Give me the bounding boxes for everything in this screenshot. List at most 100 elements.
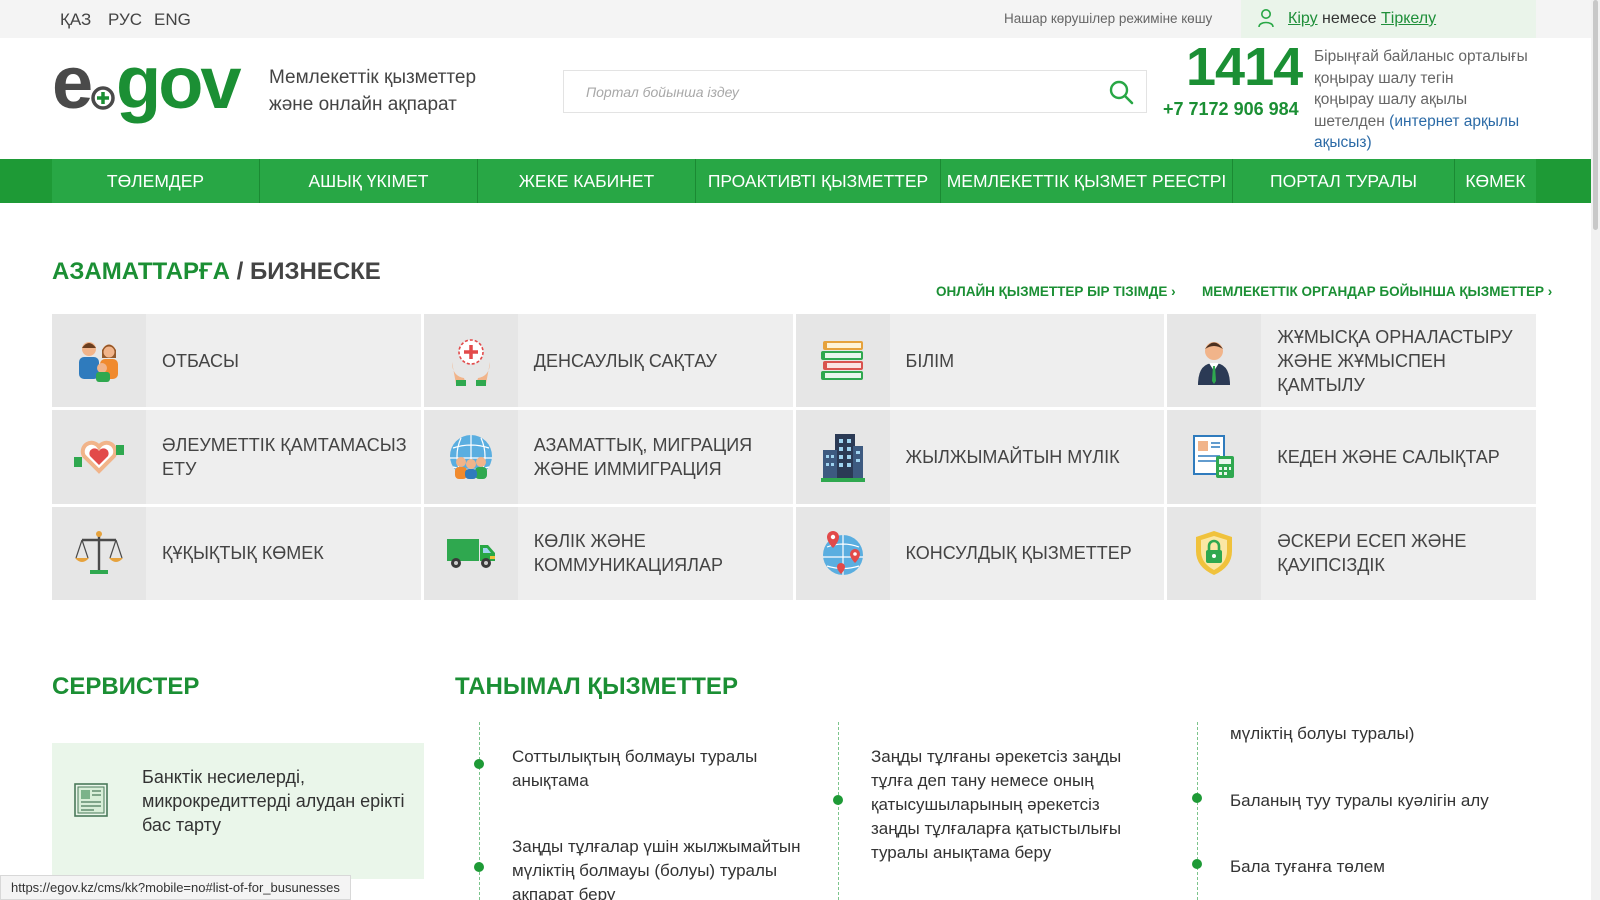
contact-line-1: Бірыңғай байланыс орталығы [1314, 48, 1528, 65]
user-icon [1258, 9, 1274, 28]
building-icon [820, 433, 865, 482]
login-link[interactable]: Кіру [1288, 10, 1318, 27]
globe-people-icon [449, 434, 492, 479]
citizens-business-title: АЗАМАТТАРҒА / БИЗНЕСКЕ [52, 258, 381, 286]
category-label: Жылжымайтын мүлік [905, 446, 1120, 467]
contact-info: Бірыңғай байланыс орталығы қоңырау шалу … [1314, 46, 1574, 154]
books-icon [820, 340, 863, 380]
search-box [563, 70, 1147, 113]
popular-services-title: ТАНЫМАЛ ҚЫЗМЕТТЕР [455, 673, 738, 700]
shield-lock-icon [1196, 531, 1233, 576]
page-scrollbar[interactable] [1591, 0, 1600, 900]
category-label: Құқықтық көмек [162, 543, 324, 564]
title-separator: / [229, 258, 250, 285]
hotline-number[interactable]: 1414 [1186, 36, 1303, 98]
nav-proactive-services[interactable]: ПРОАКТИВТІ ҚЫЗМЕТТЕР [696, 159, 941, 203]
svg-text:e: e [52, 50, 91, 124]
category-tile[interactable]: Әлеуметтік қамтамасыз ету [52, 410, 421, 504]
contact-line-2: қоңырау шалу тегін [1314, 69, 1454, 87]
health-icon [451, 338, 490, 386]
timeline-dot [1192, 793, 1202, 803]
search-icon[interactable] [1108, 79, 1134, 105]
category-tile[interactable]: Отбасы [52, 314, 421, 408]
nav-payments[interactable]: ТӨЛЕМДЕР [52, 159, 260, 203]
nav-help[interactable]: КӨМЕК [1455, 159, 1536, 203]
nav-service-registry[interactable]: МЕМЛЕКЕТТІК ҚЫЗМЕТ РЕЕСТРІ [941, 159, 1233, 203]
link-status-bar: https://egov.kz/cms/kk?mobile=no#list-of… [0, 875, 351, 900]
category-label: Білім [905, 350, 955, 371]
category-tile[interactable]: Кеден және салықтар [1167, 410, 1536, 504]
services-by-agency-link[interactable]: МЕМЛЕКЕТТІК ОРГАНДАР БОЙЫНША ҚЫЗМЕТТЕР › [1202, 284, 1552, 299]
contact-line-4: шетелден [1314, 112, 1390, 130]
scales-icon [75, 531, 123, 575]
timeline-line [479, 722, 480, 900]
family-icon [79, 341, 118, 382]
category-label: Көлік және коммуникациялар [533, 531, 723, 576]
tax-calculator-icon [1193, 434, 1235, 478]
timeline-line [1197, 722, 1198, 900]
timeline-line [838, 722, 839, 900]
nav-personal-cabinet[interactable]: ЖЕКЕ КАБИНЕТ [478, 159, 696, 203]
popular-service-link[interactable]: Соттылықтың болмауы туралы анықтама [512, 745, 792, 793]
nav-about-portal[interactable]: ПОРТАЛ ТУРАЛЫ [1233, 159, 1455, 203]
login-box: Кіру немесе Тіркелу [1241, 0, 1536, 38]
services-title: СЕРВИСТЕР [52, 673, 200, 700]
popular-service-link[interactable]: Бала туғанға төлем [1230, 855, 1550, 879]
citizens-tab[interactable]: АЗАМАТТАРҒА [52, 258, 230, 285]
lang-rus[interactable]: РУС [108, 10, 142, 30]
category-label: Жұмысқа орналастыру және жұмыспен қамтыл… [1277, 326, 1513, 395]
category-tile[interactable]: Көлік және коммуникациялар [423, 506, 793, 600]
category-tile[interactable]: Әскери есеп және қауіпсіздік [1167, 506, 1536, 600]
top-bar: ҚАЗ РУС ENG Нашар көрушілер режиміне көш… [0, 0, 1591, 38]
svg-text:gov: gov [116, 50, 241, 124]
search-input[interactable] [564, 71, 1094, 112]
popular-service-link[interactable]: Заңды тұлғаны әрекетсіз заңды тұлға деп … [871, 745, 1146, 865]
main-nav: ТӨЛЕМДЕР АШЫҚ ҮКІМЕТ ЖЕКЕ КАБИНЕТ ПРОАКТ… [0, 159, 1591, 203]
tagline-line-1: Мемлекеттік қызметтер [269, 67, 477, 88]
contact-line-3: қоңырау шалу ақылы [1314, 91, 1468, 108]
tagline: Мемлекеттік қызметтер және онлайн ақпара… [269, 64, 476, 118]
all-services-link[interactable]: ОНЛАЙН ҚЫЗМЕТТЕР БІР ТІЗІМДЕ › [936, 284, 1176, 299]
category-tile[interactable]: Жылжымайтын мүлік [795, 410, 1165, 504]
tagline-line-2: және онлайн ақпарат [269, 94, 457, 115]
service-card[interactable]: Банктік несиелерді, микрокредиттерді алу… [52, 743, 424, 879]
scrollbar-thumb[interactable] [1593, 0, 1598, 230]
timeline-dot [833, 795, 843, 805]
category-tile[interactable]: Денсаулық сақтау [423, 314, 793, 408]
paid-phone-number[interactable]: +7 7172 906 984 [1163, 99, 1299, 120]
employee-icon [1198, 341, 1231, 385]
truck-icon [446, 539, 495, 569]
document-icon [74, 783, 108, 817]
category-tile[interactable]: Консулдық қызметтер [795, 506, 1165, 600]
timeline-dot [1192, 859, 1202, 869]
category-tile[interactable]: Құқықтық көмек [52, 506, 421, 600]
heart-hands-icon [74, 440, 124, 474]
popular-service-link[interactable]: Баланың туу туралы куәлігін алу [1230, 789, 1550, 813]
lang-kaz[interactable]: ҚАЗ [60, 10, 91, 30]
category-label: Денсаулық сақтау [533, 350, 717, 371]
egov-logo[interactable]: e gov [52, 41, 250, 131]
category-tile[interactable]: Азаматтық, миграция және иммиграция [423, 410, 793, 504]
category-label: Азаматтық, миграция және иммиграция [533, 434, 753, 479]
category-label: Отбасы [162, 350, 239, 371]
egov-logo-image: e gov [52, 41, 244, 124]
category-label: Консулдық қызметтер [905, 543, 1132, 564]
category-label: Кеден және салықтар [1277, 446, 1500, 467]
nav-open-government[interactable]: АШЫҚ ҮКІМЕТ [260, 159, 478, 203]
timeline-dot [474, 862, 484, 872]
popular-service-link[interactable]: Заңды тұлғалар үшін жылжымайтын мүліктің… [512, 835, 802, 900]
category-label: Әлеуметтік қамтамасыз ету [162, 434, 407, 479]
timeline-dot [474, 759, 484, 769]
category-label: Әскери есеп және қауіпсіздік [1277, 531, 1467, 576]
register-link[interactable]: Тіркелу [1381, 10, 1436, 27]
category-tile[interactable]: Жұмысқа орналастыру және жұмыспен қамтыл… [1167, 314, 1536, 408]
category-tile[interactable]: Білім [795, 314, 1165, 408]
lang-eng[interactable]: ENG [154, 10, 191, 30]
service-category-grid: Отбасы Денсаулық сақтау Білім Жұмысқа ор… [52, 314, 1536, 600]
visually-impaired-link[interactable]: Нашар көрушілер режиміне көшу [1004, 11, 1212, 26]
business-tab[interactable]: БИЗНЕСКЕ [250, 258, 381, 285]
service-card-label: Банктік несиелерді, микрокредиттерді алу… [142, 767, 405, 835]
globe-pin-icon [822, 531, 863, 576]
popular-service-link[interactable]: мүліктің болуы туралы) [1230, 722, 1530, 746]
login-separator: немесе [1317, 10, 1382, 27]
